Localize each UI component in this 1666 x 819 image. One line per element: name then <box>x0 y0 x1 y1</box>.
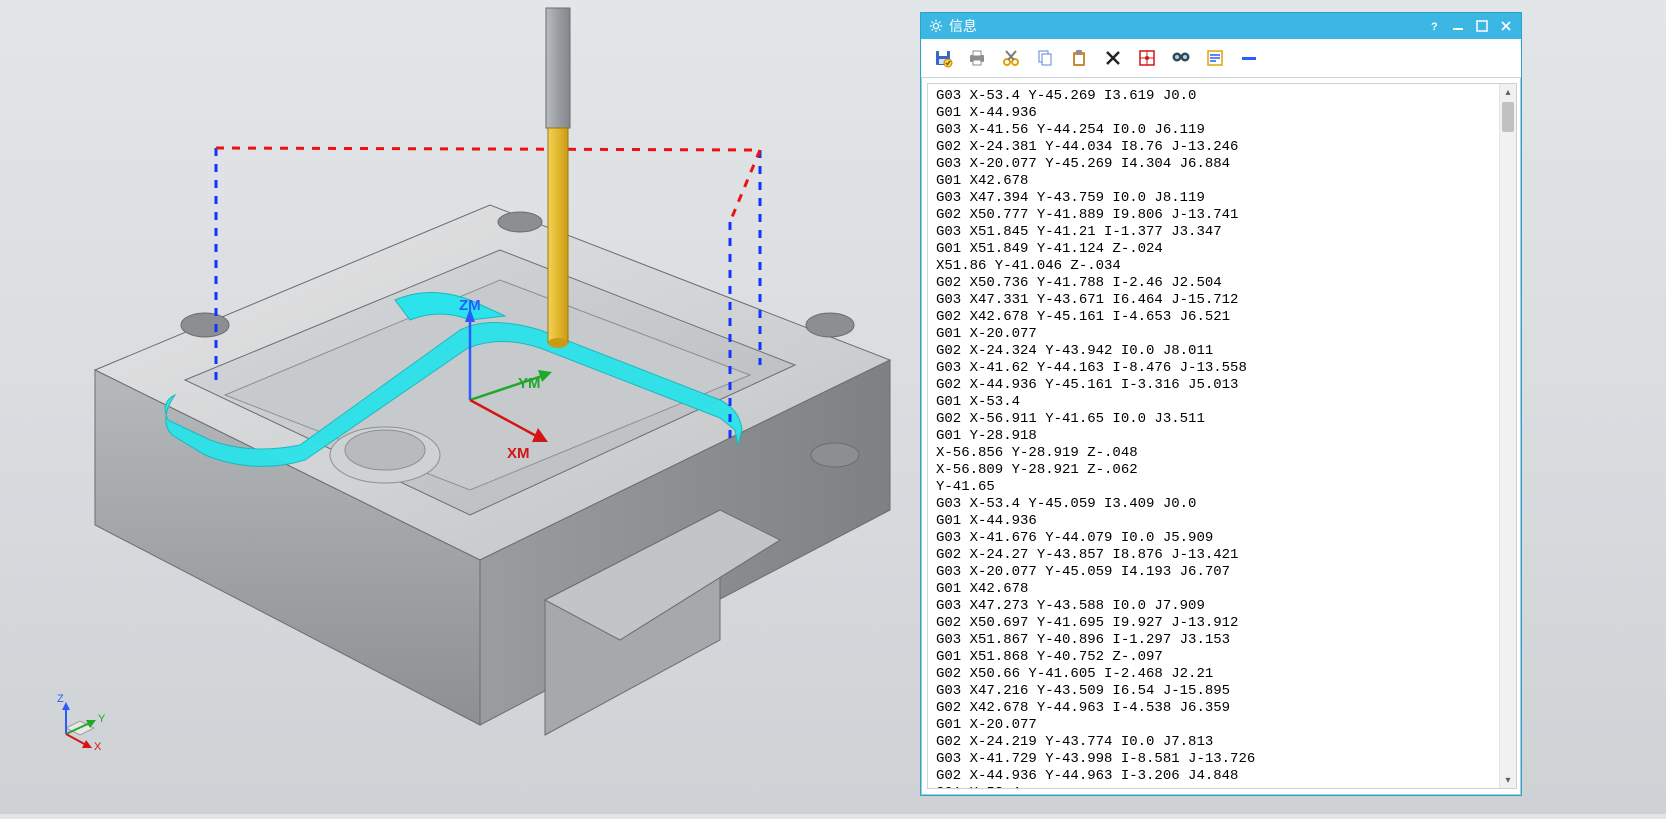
cut-button[interactable] <box>995 42 1027 74</box>
gear-icon <box>929 19 943 33</box>
info-toolbar <box>921 39 1521 78</box>
info-titlebar[interactable]: 信息 ? <box>921 13 1521 39</box>
view-triad[interactable]: Z Y X <box>54 692 114 752</box>
delete-button[interactable] <box>1097 42 1129 74</box>
svg-text:?: ? <box>1431 21 1438 32</box>
scroll-up-arrow[interactable]: ▴ <box>1500 84 1516 100</box>
nc-code-listing[interactable]: G03 X-53.4 Y-45.269 I3.619 J0.0 G01 X-44… <box>928 84 1500 788</box>
scroll-thumb[interactable] <box>1502 102 1514 132</box>
axis-label-x: XM <box>507 445 530 462</box>
information-window: 信息 ? <box>920 12 1522 796</box>
print-button[interactable] <box>961 42 993 74</box>
info-title-text: 信息 <box>949 16 977 36</box>
wrap-button[interactable] <box>1199 42 1231 74</box>
copy-button[interactable] <box>1029 42 1061 74</box>
cad-viewport[interactable]: ZM YM XM <box>0 0 920 814</box>
axis-label-z: ZM <box>459 297 481 314</box>
code-area: G03 X-53.4 Y-45.269 I3.619 J0.0 G01 X-44… <box>927 83 1517 789</box>
triad-y: Y <box>98 713 106 725</box>
target-button[interactable] <box>1131 42 1163 74</box>
save-button[interactable] <box>927 42 959 74</box>
triad-x: X <box>94 741 102 752</box>
help-button[interactable]: ? <box>1423 17 1445 35</box>
triad-z: Z <box>57 693 64 705</box>
vertical-scrollbar[interactable]: ▴ ▾ <box>1499 84 1516 788</box>
find-button[interactable] <box>1165 42 1197 74</box>
scroll-down-arrow[interactable]: ▾ <box>1500 772 1516 788</box>
close-button[interactable] <box>1495 17 1517 35</box>
axis-label-y: YM <box>518 375 541 392</box>
collapse-button[interactable] <box>1233 42 1265 74</box>
paste-button[interactable] <box>1063 42 1095 74</box>
minimize-button[interactable] <box>1447 17 1469 35</box>
maximize-button[interactable] <box>1471 17 1493 35</box>
